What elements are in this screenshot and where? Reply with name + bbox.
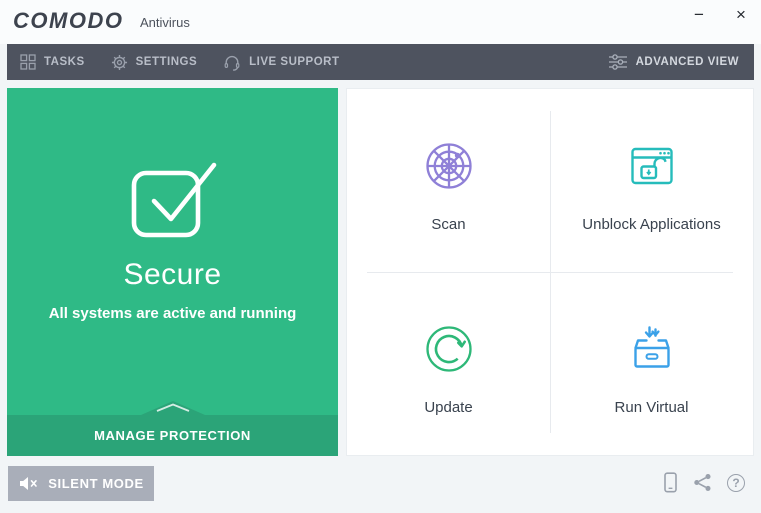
product-name: Antivirus <box>140 15 190 30</box>
toolbar-item-settings[interactable]: SETTINGS <box>98 44 211 80</box>
checkmark-square-icon <box>7 154 338 242</box>
title-bar: COMODO Antivirus − × <box>0 0 761 44</box>
share-icon[interactable] <box>693 473 712 492</box>
status-state-text: Secure <box>123 258 222 291</box>
tile-unblock-applications[interactable]: Unblock Applications <box>550 89 753 272</box>
toolbar-item-advanced-view[interactable]: ADVANCED VIEW <box>595 44 754 80</box>
security-status-panel: Secure All systems are active and runnin… <box>7 88 338 456</box>
tile-scan[interactable]: Scan <box>347 89 550 272</box>
radar-scan-icon <box>421 138 477 194</box>
mobile-device-icon[interactable] <box>663 472 678 493</box>
silent-mode-button[interactable]: SILENT MODE <box>8 466 154 501</box>
toolbar-item-tasks[interactable]: TASKS <box>7 44 98 80</box>
toolbar-label-tasks: TASKS <box>44 56 85 68</box>
tile-label-scan: Scan <box>431 216 466 233</box>
sliders-icon <box>608 54 628 70</box>
close-button[interactable]: × <box>727 2 755 28</box>
tasks-tiles-panel: Scan Unblock Applications Update Run Vir… <box>346 88 754 456</box>
toolbar-label-settings: SETTINGS <box>135 56 198 68</box>
manage-protection-button[interactable]: MANAGE PROTECTION <box>7 415 338 456</box>
tile-label-update: Update <box>424 399 473 416</box>
refresh-icon <box>421 321 477 377</box>
tile-label-run-virtual: Run Virtual <box>614 399 689 416</box>
virtual-box-icon <box>624 321 680 377</box>
unlock-window-icon <box>624 138 680 194</box>
manage-protection-label: MANAGE PROTECTION <box>94 428 251 443</box>
silent-mode-label: SILENT MODE <box>48 476 144 491</box>
gear-icon <box>111 54 128 71</box>
chevron-up-icon <box>140 401 205 415</box>
comodo-logo: COMODO <box>13 8 124 33</box>
toolbar-label-live-support: LIVE SUPPORT <box>249 56 340 68</box>
help-icon[interactable]: ? <box>727 473 745 492</box>
help-glyph: ? <box>732 475 740 490</box>
status-message-text: All systems are active and running <box>48 305 297 322</box>
tile-update[interactable]: Update <box>347 272 550 455</box>
muted-speaker-icon <box>18 476 39 491</box>
toolbar-label-advanced-view: ADVANCED VIEW <box>635 56 739 68</box>
grid-icon <box>20 54 36 70</box>
headset-icon <box>223 54 241 71</box>
tile-run-virtual[interactable]: Run Virtual <box>550 272 753 455</box>
footer-icons: ? <box>663 472 745 493</box>
minimize-button[interactable]: − <box>685 2 713 28</box>
comodo-antivirus-window: COMODO Antivirus − × TASKS SETTINGS LIVE… <box>0 0 761 513</box>
main-toolbar: TASKS SETTINGS LIVE SUPPORT ADVANCED VIE… <box>7 44 754 80</box>
toolbar-item-live-support[interactable]: LIVE SUPPORT <box>210 44 352 80</box>
tile-label-unblock-applications: Unblock Applications <box>582 216 721 233</box>
